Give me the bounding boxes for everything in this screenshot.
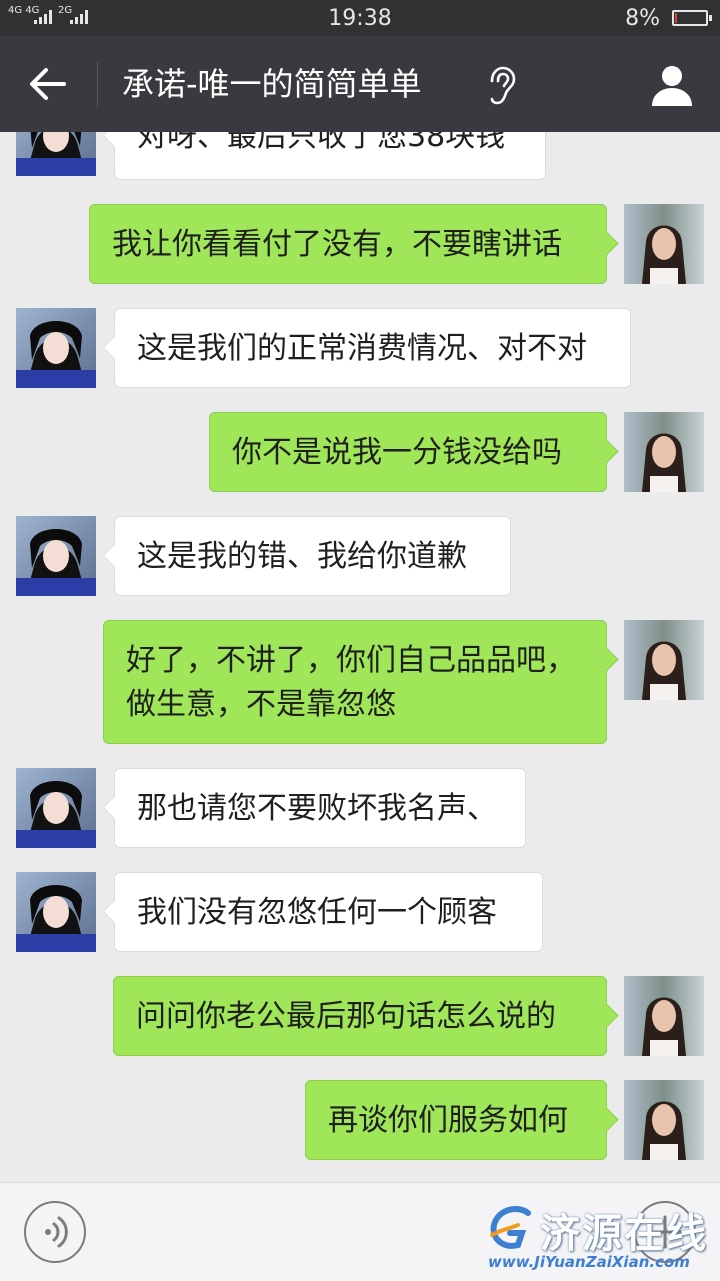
message-bubble-incoming[interactable]: 这是我们的正常消费情况、对不对 — [114, 308, 631, 388]
arrow-left-icon — [30, 68, 66, 100]
message-bubble-outgoing[interactable]: 再谈你们服务如何 — [305, 1080, 607, 1160]
watermark-logo-icon — [490, 1206, 531, 1249]
contact-avatar[interactable] — [16, 132, 96, 176]
watermark-name: 济源在线 — [540, 1211, 708, 1257]
message-bubble-incoming[interactable]: 那也请您不要败坏我名声、 — [114, 768, 526, 848]
voice-wave-icon — [45, 1216, 68, 1248]
battery-percent: 8% — [625, 6, 660, 31]
my-avatar[interactable] — [624, 204, 704, 284]
contact-avatar-image — [16, 516, 96, 596]
contact-avatar[interactable] — [16, 768, 96, 848]
watermark: 济源在线 www.JiYuanZaiXian.com — [488, 1199, 716, 1277]
watermark-url: www.JiYuanZaiXian.com — [488, 1253, 690, 1271]
message-text-line-1: 好了，不讲了，你们自己品品吧， — [126, 643, 576, 678]
my-avatar-image — [624, 620, 704, 700]
message-bubble-incoming[interactable]: 对呀、最后只收了您38块钱 — [114, 132, 546, 180]
back-button[interactable] — [28, 66, 68, 102]
message-bubble-outgoing[interactable]: 你不是说我一分钱没给吗 — [209, 412, 607, 492]
contact-avatar-image — [16, 872, 96, 952]
my-avatar-image — [624, 976, 704, 1056]
my-avatar[interactable] — [624, 976, 704, 1056]
message-bubble-outgoing[interactable]: 问问你老公最后那句话怎么说的 — [113, 976, 607, 1056]
message-text: 这是我的错、我给你道歉 — [137, 539, 467, 574]
message-text: 问问你老公最后那句话怎么说的 — [136, 999, 556, 1034]
contact-avatar-image — [16, 308, 96, 388]
earpiece-mode-icon — [490, 66, 516, 105]
message-text: 我让你看看付了没有，不要瞎讲话 — [112, 227, 562, 262]
contact-avatar[interactable] — [16, 872, 96, 952]
message-text: 对呀、最后只收了您38块钱 — [137, 132, 506, 154]
status-bar: 4G 4G 2G 19:38 8% — [0, 0, 720, 36]
chat-title: 承诺-唯一的简简单单 — [122, 65, 422, 103]
person-icon — [652, 66, 692, 106]
input-bar: 济源在线 www.JiYuanZaiXian.com — [0, 1182, 720, 1281]
contact-avatar-image — [16, 132, 96, 176]
contact-avatar[interactable] — [16, 308, 96, 388]
clock: 19:38 — [328, 6, 392, 31]
my-avatar-image — [624, 204, 704, 284]
my-avatar[interactable] — [624, 412, 704, 492]
message-text: 我们没有忽悠任何一个顾客 — [137, 895, 497, 930]
my-avatar-image — [624, 1080, 704, 1160]
message-text: 再谈你们服务如何 — [328, 1103, 568, 1138]
message-text: 你不是说我一分钱没给吗 — [232, 435, 562, 470]
message-bubble-outgoing[interactable]: 我让你看看付了没有，不要瞎讲话 — [89, 204, 607, 284]
header-divider — [97, 62, 98, 108]
message-text: 那也请您不要败坏我名声、 — [137, 791, 497, 826]
message-list[interactable]: 对呀、最后只收了您38块钱 我让你看看付了没有，不要瞎讲话 这是我们的正常消费情… — [0, 132, 720, 1182]
message-bubble-outgoing[interactable]: 好了，不讲了，你们自己品品吧， 做生意，不是靠忽悠 — [103, 620, 607, 744]
my-avatar-image — [624, 412, 704, 492]
chat-header: 承诺-唯一的简简单单 — [0, 36, 720, 132]
contact-avatar[interactable] — [16, 516, 96, 596]
chat-info-button[interactable] — [648, 62, 696, 110]
voice-input-button[interactable] — [24, 1201, 86, 1263]
contact-avatar-image — [16, 768, 96, 848]
message-text: 这是我们的正常消费情况、对不对 — [137, 331, 587, 366]
my-avatar[interactable] — [624, 1080, 704, 1160]
message-bubble-incoming[interactable]: 我们没有忽悠任何一个顾客 — [114, 872, 543, 952]
my-avatar[interactable] — [624, 620, 704, 700]
battery-icon — [672, 10, 712, 26]
message-bubble-incoming[interactable]: 这是我的错、我给你道歉 — [114, 516, 511, 596]
message-text-line-2: 做生意，不是靠忽悠 — [126, 687, 396, 722]
